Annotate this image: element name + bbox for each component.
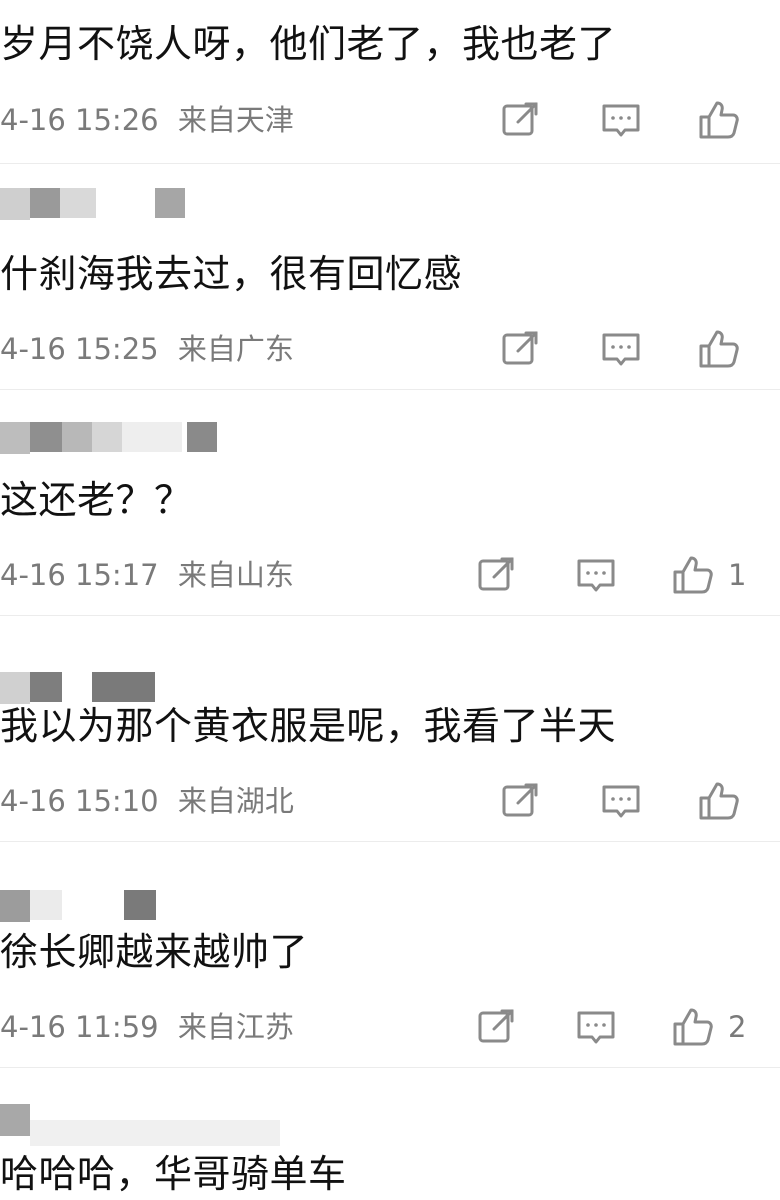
share-button[interactable] (474, 553, 518, 597)
comment-icon (602, 104, 640, 137)
comment-item: 什刹海我去过，很有回忆感 4-16 15:25 来自广东 (0, 164, 780, 390)
like-button[interactable] (697, 779, 741, 823)
thumbs-up-icon (699, 330, 739, 368)
comment-text: 徐长卿越来越帅了 (0, 930, 309, 974)
comment-item: 我以为那个黄衣服是呢，我看了半天 4-16 15:10 来自湖北 (0, 616, 780, 842)
comment-text: 岁月不饶人呀，他们老了，我也老了 (0, 22, 617, 66)
comment-time: 4-16 15:17 (0, 558, 159, 592)
share-icon (478, 557, 514, 591)
comment-item: 徐长卿越来越帅了 4-16 11:59 来自江苏 2 (0, 842, 780, 1068)
like-button[interactable] (697, 98, 741, 142)
thumbs-up-icon (699, 101, 739, 139)
comment-meta: 4-16 15:17 来自山东 (0, 555, 294, 595)
comment-text: 这还老？？ (0, 478, 193, 522)
comment-location: 来自广东 (177, 332, 294, 366)
comment-text: 我以为那个黄衣服是呢，我看了半天 (0, 704, 617, 748)
share-button[interactable] (498, 98, 542, 142)
share-icon (502, 102, 538, 136)
like-count: 2 (728, 1010, 747, 1044)
comment-location: 来自湖北 (177, 784, 294, 818)
comment-item: 哈哈哈，华哥骑单车 (0, 1068, 780, 1197)
comment-meta: 4-16 15:10 来自湖北 (0, 781, 294, 821)
comment-icon (602, 333, 640, 366)
comment-time: 4-16 15:25 (0, 332, 159, 366)
comment-time: 4-16 11:59 (0, 1010, 159, 1044)
share-icon (502, 331, 538, 365)
comment-location: 来自天津 (177, 103, 294, 137)
comment-time: 4-16 15:26 (0, 103, 159, 137)
comment-meta: 4-16 15:26 来自天津 (0, 100, 294, 140)
thumbs-up-icon (673, 556, 713, 594)
thumbs-up-icon (699, 782, 739, 820)
like-count: 1 (728, 558, 747, 592)
share-icon (478, 1009, 514, 1043)
username-blurred[interactable] (0, 638, 260, 704)
reply-button[interactable] (599, 779, 643, 823)
share-button[interactable] (474, 1005, 518, 1049)
comment-item: 岁月不饶人呀，他们老了，我也老了 4-16 15:26 来自天津 (0, 0, 780, 164)
comment-meta: 4-16 15:25 来自广东 (0, 329, 294, 369)
reply-button[interactable] (599, 98, 643, 142)
reply-button[interactable] (574, 1005, 618, 1049)
comment-location: 来自江苏 (177, 1010, 294, 1044)
username-blurred[interactable] (0, 1090, 280, 1146)
comment-text: 哈哈哈，华哥骑单车 (0, 1152, 347, 1196)
comment-time: 4-16 15:10 (0, 784, 159, 818)
comment-item: 这还老？？ 4-16 15:17 来自山东 1 (0, 390, 780, 616)
like-button[interactable] (671, 1005, 715, 1049)
like-button[interactable] (671, 553, 715, 597)
comment-meta: 4-16 11:59 来自江苏 (0, 1007, 294, 1047)
reply-button[interactable] (599, 327, 643, 371)
username-blurred[interactable] (0, 864, 260, 922)
comment-location: 来自山东 (177, 558, 294, 592)
username-blurred[interactable] (0, 186, 260, 226)
reply-button[interactable] (574, 553, 618, 597)
comment-icon (577, 1011, 615, 1044)
share-button[interactable] (498, 779, 542, 823)
comment-icon (577, 559, 615, 592)
thumbs-up-icon (673, 1008, 713, 1046)
comment-text: 什刹海我去过，很有回忆感 (0, 252, 463, 296)
username-blurred[interactable] (0, 412, 260, 454)
like-button[interactable] (697, 327, 741, 371)
share-button[interactable] (498, 327, 542, 371)
share-icon (502, 783, 538, 817)
comment-icon (602, 785, 640, 818)
